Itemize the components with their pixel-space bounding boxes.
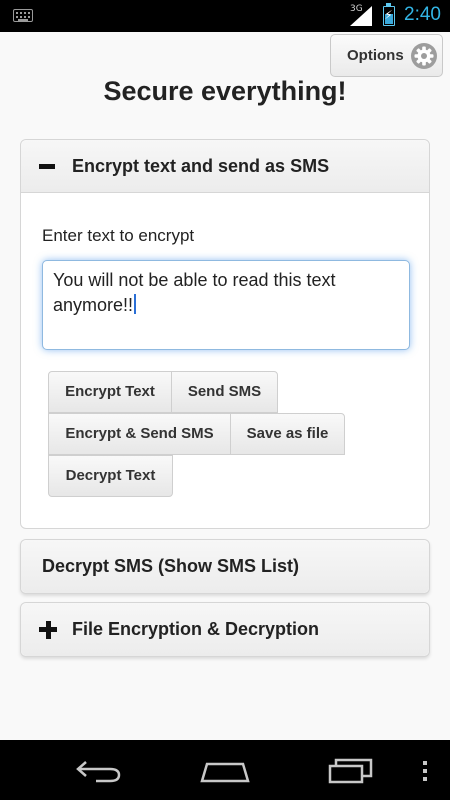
options-button[interactable]: Options [330,34,443,77]
options-label: Options [347,47,404,64]
encrypt-section-title: Encrypt text and send as SMS [72,156,330,176]
status-clock: 2:40 [404,4,441,25]
encrypt-section: Encrypt text and send as SMS Enter text … [20,139,430,529]
home-icon[interactable] [199,758,251,784]
navigation-bar [0,740,450,800]
decrypt-sms-section[interactable]: Decrypt SMS (Show SMS List) [20,539,430,594]
save-as-file-button[interactable]: Save as file [230,413,345,455]
decrypt-sms-title: Decrypt SMS (Show SMS List) [42,556,300,576]
recent-apps-icon[interactable] [328,756,374,784]
page-title: Secure everything! [103,76,347,106]
status-bar: 3G ⚡ 2:40 [0,0,450,32]
file-encryption-section[interactable]: File Encryption & Decryption [20,602,430,657]
encrypt-text-button[interactable]: Encrypt Text [48,371,172,413]
encrypt-text-input[interactable]: You will not be able to read this text a… [42,260,410,350]
send-sms-button[interactable]: Send SMS [171,371,278,413]
text-cursor [134,294,137,314]
keyboard-icon [13,9,33,22]
gear-icon [411,43,437,69]
menu-icon[interactable] [422,760,428,782]
battery-icon: ⚡ [383,3,395,26]
signal-icon [350,6,372,26]
encrypt-input-label: Enter text to encrypt [42,226,195,245]
decrypt-text-button[interactable]: Decrypt Text [48,455,173,497]
encrypt-text-value: You will not be able to read this text a… [53,270,336,315]
encrypt-section-header[interactable]: Encrypt text and send as SMS [21,140,429,193]
file-encryption-title: File Encryption & Decryption [72,619,320,639]
file-encryption-header[interactable]: File Encryption & Decryption [21,603,429,656]
back-icon[interactable] [76,758,122,784]
decrypt-sms-header[interactable]: Decrypt SMS (Show SMS List) [21,540,429,593]
encrypt-and-send-button[interactable]: Encrypt & Send SMS [48,413,231,455]
collapse-icon [39,164,55,169]
